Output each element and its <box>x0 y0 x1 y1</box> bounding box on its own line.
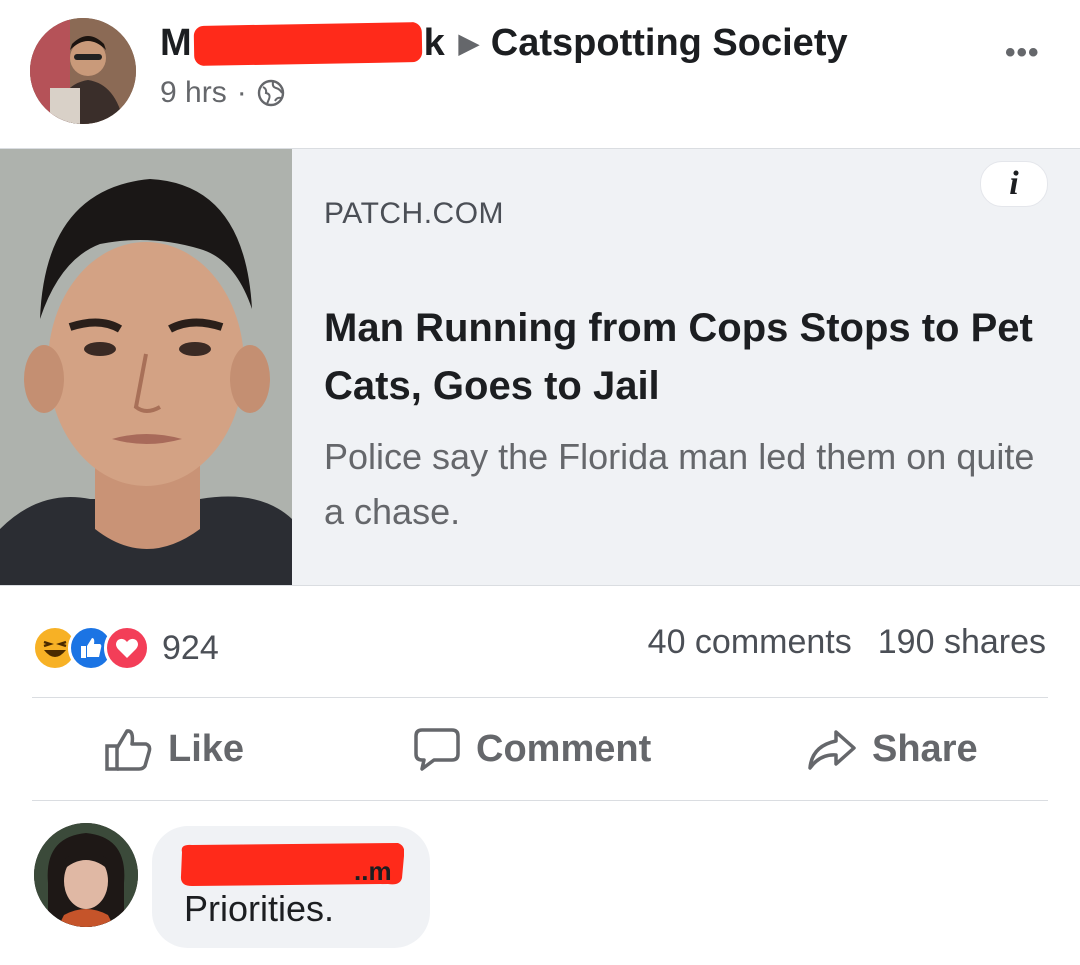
stats-divider <box>32 697 1048 698</box>
share-button[interactable]: Share <box>806 726 978 772</box>
meta-separator: · <box>236 76 247 109</box>
post-actions: Like Comment Share <box>0 700 1080 800</box>
share-button-label: Share <box>872 727 978 770</box>
comment-author-visible-fragment: ..m <box>354 856 392 886</box>
group-name-link[interactable]: Catspotting Society <box>491 22 848 65</box>
comment-author-name[interactable]: ..m <box>178 842 404 888</box>
commenter-avatar[interactable] <box>34 823 138 927</box>
share-count-link[interactable]: 190 shares <box>878 623 1046 661</box>
comment-count-link[interactable]: 40 comments <box>648 623 852 661</box>
love-reaction-icon <box>104 625 150 671</box>
reaction-count[interactable]: 924 <box>162 629 219 668</box>
post-header: M k ▶ Catspotting Society 9 hrs · ••• <box>0 0 1080 140</box>
article-thumbnail[interactable] <box>0 149 292 585</box>
globe-icon[interactable] <box>257 79 285 107</box>
actions-divider <box>32 800 1048 801</box>
more-options-button[interactable]: ••• <box>1005 36 1040 70</box>
comment-text: Priorities. <box>184 888 335 929</box>
like-button[interactable]: Like <box>104 726 244 772</box>
author-avatar[interactable] <box>30 18 136 124</box>
comment-button-label: Comment <box>476 727 652 770</box>
link-description: Police say the Florida man led them on q… <box>324 436 1035 532</box>
post-title-line: M k ▶ Catspotting Society <box>160 21 848 66</box>
author-name-start[interactable]: M <box>160 22 192 65</box>
share-arrow-icon <box>808 730 856 770</box>
like-button-label: Like <box>168 727 245 770</box>
speech-bubble-icon <box>414 728 460 771</box>
link-preview-card[interactable]: i PATCH.COM Man Running from Cops Stops … <box>0 148 1080 586</box>
comment-button[interactable]: Comment <box>412 726 651 772</box>
engagement-stats: 924 40 comments 190 shares <box>0 605 1080 685</box>
shared-to-arrow-icon: ▶ <box>458 28 479 58</box>
thumbs-up-icon <box>105 729 152 771</box>
author-name-end[interactable]: k <box>424 22 445 65</box>
post-meta: 9 hrs · <box>160 76 285 110</box>
comments-shares-summary: 40 comments 190 shares <box>648 623 1046 662</box>
author-name-redaction <box>193 21 422 66</box>
link-source-domain: PATCH.COM <box>324 197 505 230</box>
reactions-summary[interactable]: 924 <box>32 625 219 671</box>
info-button[interactable]: i <box>980 161 1048 207</box>
link-headline[interactable]: Man Running from Cops Stops to Pet Cats,… <box>324 299 1059 415</box>
post-timestamp[interactable]: 9 hrs <box>160 76 227 110</box>
